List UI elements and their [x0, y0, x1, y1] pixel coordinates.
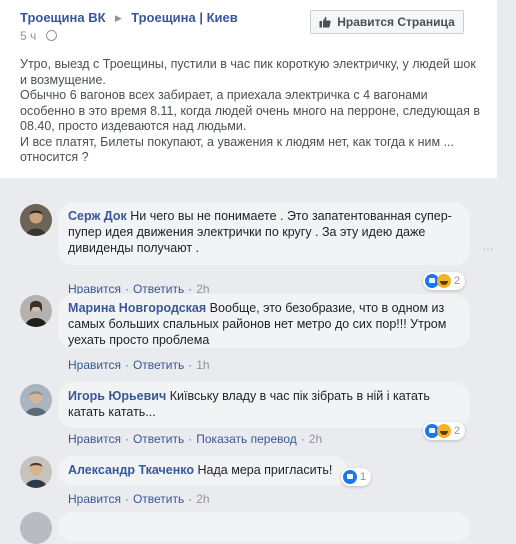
reaction-count: 1: [360, 471, 367, 483]
show-translation-link[interactable]: Показать перевод: [196, 432, 297, 446]
avatar[interactable]: [20, 295, 52, 327]
haha-reaction-icon: [437, 274, 451, 288]
post-paragraph: И все платят, Билеты покупают, а уважени…: [20, 134, 454, 165]
reply-link[interactable]: Ответить: [133, 432, 184, 446]
post-paragraph: Обычно 6 вагонов всех забирает, а приеха…: [20, 88, 480, 133]
avatar[interactable]: [20, 384, 52, 416]
like-comment-link[interactable]: Нравится: [68, 492, 121, 506]
post-paragraph: Утро, выезд с Троещины, пустили в час пи…: [20, 57, 476, 87]
like-page-button[interactable]: Нравится Страница: [310, 10, 464, 34]
post-author-link[interactable]: Троещина ВК: [20, 10, 106, 25]
comment-actions: Нравится · Ответить · Показать перевод · 2h: [68, 432, 323, 446]
avatar-photo: [20, 295, 52, 327]
like-comment-link[interactable]: Нравится: [68, 432, 121, 446]
avatar[interactable]: [20, 512, 52, 544]
comment-bubble: Марина Новгородская Вообще, это безобраз…: [58, 294, 470, 348]
comment-time[interactable]: 2h: [309, 432, 322, 446]
avatar[interactable]: [20, 204, 52, 236]
avatar-photo: [20, 384, 52, 416]
reply-link[interactable]: Ответить: [133, 492, 184, 506]
like-page-label: Нравится Страница: [337, 15, 455, 29]
breadcrumb-arrow-icon: ▶: [114, 13, 122, 23]
like-comment-link[interactable]: Нравится: [68, 358, 121, 372]
thumbs-up-icon: [319, 16, 331, 28]
comment-actions: Нравится · Ответить · 1h: [68, 358, 210, 372]
comment-actions: Нравится · Ответить · 2h: [68, 492, 210, 506]
comment-text: Нада мера пригласить!: [197, 463, 333, 477]
reactions-summary[interactable]: 2: [423, 272, 466, 290]
more-options-icon[interactable]: ···: [482, 240, 494, 256]
comment-time[interactable]: 1h: [196, 358, 209, 372]
post-header: Троещина ВК ▶ Троещина | Киев: [20, 10, 238, 26]
reaction-count: 2: [454, 275, 461, 287]
reactions-summary[interactable]: 2: [423, 422, 466, 440]
post-time[interactable]: 5 ч: [20, 29, 36, 43]
reply-link[interactable]: Ответить: [133, 358, 184, 372]
comment-author-link[interactable]: Серж Док: [68, 209, 127, 223]
comment-bubble: Александр Ткаченко Нада мера пригласить!: [58, 456, 348, 486]
haha-reaction-icon: [437, 424, 451, 438]
post-card: Троещина ВК ▶ Троещина | Киев 5 ч Нравит…: [0, 0, 497, 178]
comment-time[interactable]: 2h: [196, 492, 209, 506]
comment-author-link[interactable]: Александр Ткаченко: [68, 463, 194, 477]
comment-author-link[interactable]: Игорь Юрьевич: [68, 389, 166, 403]
post-meta: 5 ч: [20, 29, 57, 43]
reaction-count: 2: [454, 425, 461, 437]
post-text: Утро, выезд с Троещины, пустили в час пи…: [20, 57, 480, 166]
reactions-summary[interactable]: 1: [341, 468, 372, 486]
avatar-photo: [20, 456, 52, 488]
globe-icon: [45, 30, 57, 41]
avatar[interactable]: [20, 456, 52, 488]
avatar-photo: [20, 512, 52, 544]
comment-bubble: Игорь Юрьевич Київську владу в час пік з…: [58, 382, 470, 428]
comment-bubble: [58, 512, 470, 542]
comment-author-link[interactable]: Марина Новгородская: [68, 301, 206, 315]
like-reaction-icon: [343, 470, 357, 484]
avatar-photo: [20, 204, 52, 236]
comment-bubble: Серж Док Ни чего вы не понимаете . Это з…: [58, 202, 470, 265]
post-group-link[interactable]: Троещина | Киев: [131, 10, 238, 25]
